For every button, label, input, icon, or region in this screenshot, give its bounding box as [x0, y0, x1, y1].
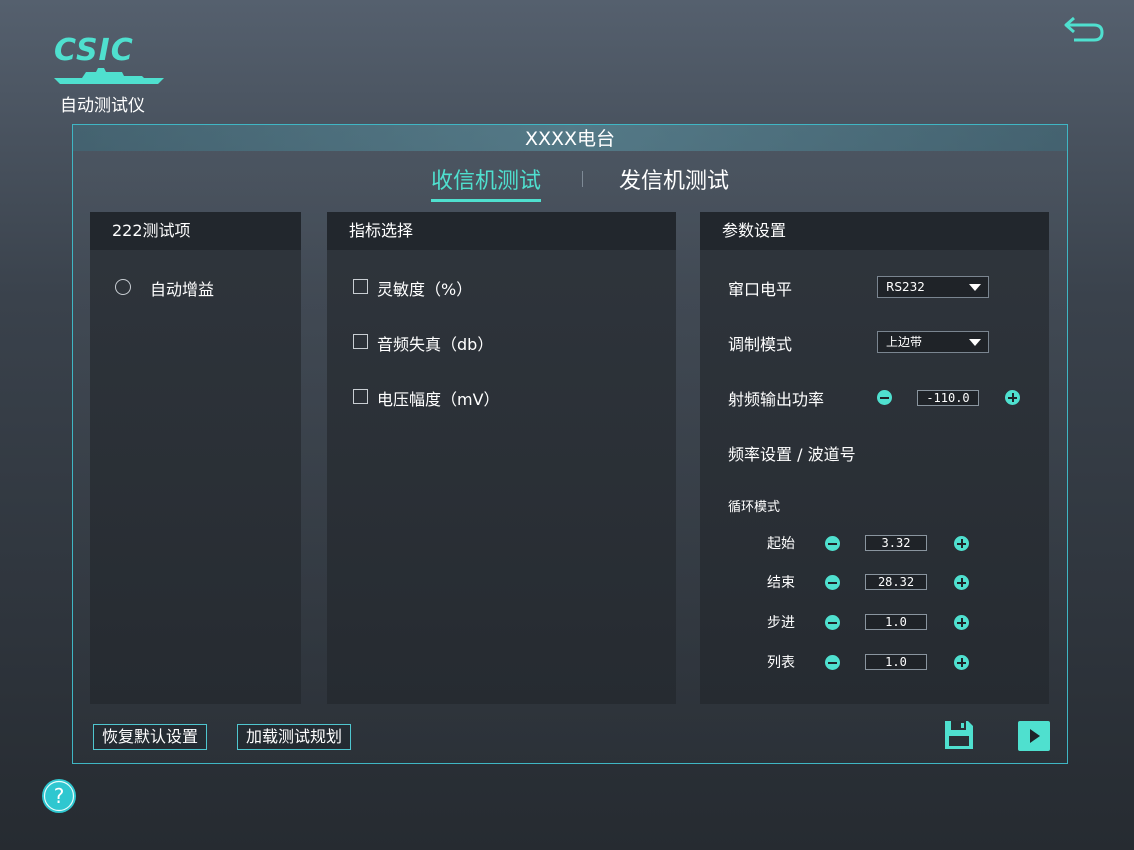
app-title: 自动测试仪 — [60, 96, 145, 116]
save-icon[interactable] — [943, 719, 975, 751]
tab-separator — [582, 171, 583, 187]
port-level-select[interactable]: RS232 — [877, 276, 989, 298]
voltage-amplitude-label: 电压幅度（mV） — [377, 390, 500, 409]
modulation-value: 上边带 — [886, 335, 923, 349]
port-level-value: RS232 — [886, 280, 925, 294]
rf-power-minus-icon[interactable] — [877, 390, 892, 405]
cycle-step-minus-icon[interactable] — [825, 615, 840, 630]
tab-receiver-test[interactable]: 收信机测试 — [431, 163, 542, 202]
tab-bar: 收信机测试 发信机测试 — [73, 163, 1067, 203]
params-title: 参数设置 — [700, 212, 1049, 250]
cycle-start-minus-icon[interactable] — [825, 536, 840, 551]
test-items-title: 222测试项 — [90, 212, 301, 250]
modulation-select[interactable]: 上边带 — [877, 331, 989, 353]
csic-logo: CSIC — [54, 33, 164, 84]
audio-distortion-checkbox[interactable] — [353, 334, 368, 349]
cycle-step-plus-icon[interactable] — [954, 615, 969, 630]
port-level-label: 窜口电平 — [728, 280, 793, 299]
cycle-mode-label: 循环模式 — [728, 500, 781, 515]
modulation-label: 调制模式 — [728, 335, 793, 354]
cycle-list-minus-icon[interactable] — [825, 655, 840, 670]
auto-gain-radio[interactable] — [115, 279, 131, 295]
cycle-start-input[interactable]: 3.32 — [865, 535, 927, 551]
cycle-end-input[interactable]: 28.32 — [865, 574, 927, 590]
test-items-panel: 222测试项 自动增益 — [90, 212, 301, 704]
svg-text:?: ? — [54, 784, 65, 808]
load-plan-button[interactable]: 加载测试规划 — [237, 724, 352, 750]
tab-transmitter-test[interactable]: 发信机测试 — [619, 163, 729, 195]
frame-header: XXXX电台 — [73, 125, 1067, 151]
help-icon[interactable]: ? — [41, 778, 77, 814]
cycle-list-plus-icon[interactable] — [954, 655, 969, 670]
play-icon[interactable] — [1018, 721, 1050, 751]
cycle-end-minus-icon[interactable] — [825, 575, 840, 590]
rf-power-input[interactable]: -110.0 — [917, 390, 979, 406]
rf-power-label: 射频输出功率 — [728, 390, 825, 409]
cycle-step-label: 步进 — [767, 615, 795, 631]
window-title: XXXX电台 — [524, 128, 616, 150]
chevron-down-icon — [969, 339, 981, 346]
sensitivity-label: 灵敏度（%） — [377, 280, 473, 299]
cycle-list-label: 列表 — [767, 655, 795, 671]
restore-defaults-button[interactable]: 恢复默认设置 — [93, 724, 208, 750]
auto-gain-label: 自动增益 — [150, 280, 215, 299]
voltage-amplitude-checkbox[interactable] — [353, 389, 368, 404]
rf-power-plus-icon[interactable] — [1005, 390, 1020, 405]
cycle-start-plus-icon[interactable] — [954, 536, 969, 551]
chevron-down-icon — [969, 284, 981, 291]
cycle-start-label: 起始 — [767, 536, 795, 552]
indicator-title: 指标选择 — [327, 212, 676, 250]
main-frame: XXXX电台 收信机测试 发信机测试 222测试项 自动增益 指标选择 灵敏度（… — [72, 124, 1068, 764]
audio-distortion-label: 音频失真（db） — [377, 335, 494, 354]
cycle-list-input[interactable]: 1.0 — [865, 654, 927, 670]
freq-channel-label: 频率设置 / 波道号 — [728, 445, 856, 464]
logo-text: CSIC — [54, 33, 134, 68]
back-icon[interactable] — [1062, 14, 1106, 46]
indicator-panel: 指标选择 灵敏度（%） 音频失真（db） 电压幅度（mV） — [327, 212, 676, 704]
cycle-end-plus-icon[interactable] — [954, 575, 969, 590]
params-panel: 参数设置 窜口电平 RS232 调制模式 上边带 射频输出功率 -110.0 频… — [700, 212, 1049, 704]
cycle-step-input[interactable]: 1.0 — [865, 614, 927, 630]
cycle-end-label: 结束 — [767, 575, 795, 591]
sensitivity-checkbox[interactable] — [353, 279, 368, 294]
